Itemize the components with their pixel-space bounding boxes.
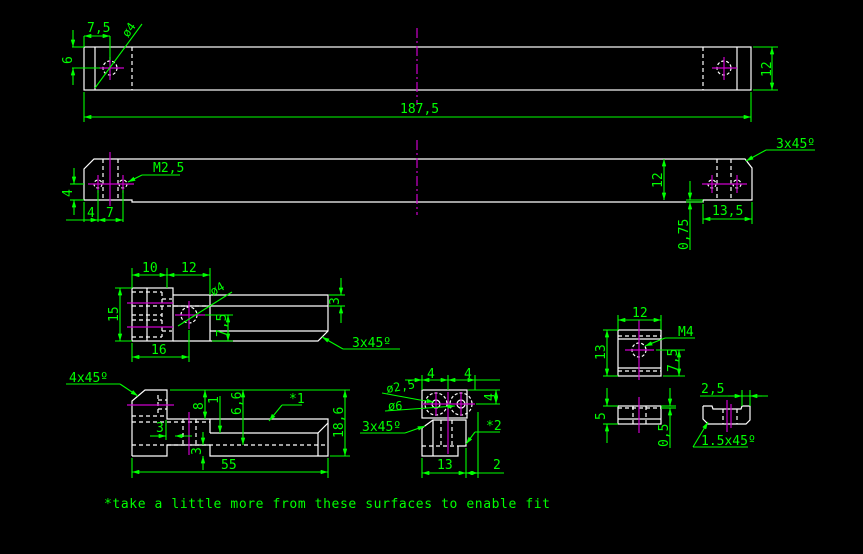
dim-height: 13 <box>594 344 609 360</box>
dim-thread: M4 <box>678 325 694 340</box>
cad-drawing: 7,5 ø4 6 12 187,5 M2,5 4 4 7 12 3x45º 0,… <box>61 20 815 512</box>
dim-pos-b: 7 <box>106 206 114 221</box>
dim-chamfer: 3x45º <box>776 137 815 152</box>
view-2-side-bar: M2,5 4 4 7 12 3x45º 0,75 13,5 <box>61 137 815 250</box>
view-8-nut-block-side: 2,5 1.5x45º <box>692 382 768 449</box>
fit-note: *take a little more from these surfaces … <box>104 497 551 512</box>
dim-slot: 2,5 <box>701 382 724 397</box>
dim-height: 12 <box>760 61 775 77</box>
dim-d1: 1 <box>207 396 222 404</box>
dim-end-length: 13,5 <box>712 204 743 219</box>
block-outline <box>131 287 174 342</box>
dim-pos-a: 4 <box>87 206 95 221</box>
dim-d8: 8 <box>192 402 207 410</box>
dim-width-a: 4 <box>427 367 435 382</box>
dim-edge-offset: 7,5 <box>87 21 110 36</box>
dim-hole-height: 6 <box>61 56 76 64</box>
dim-hole-height: 7,5 <box>215 314 230 337</box>
dim-top-offset: 3 <box>328 297 343 305</box>
dim-height-right: 12 <box>651 172 666 188</box>
dim-offset: 16 <box>151 343 167 358</box>
dim-height: 4 <box>483 393 498 401</box>
dim-height: 18,6 <box>332 407 347 438</box>
view-6-nut-block-top: 12 13 M4 7,5 <box>594 306 695 380</box>
dim-d6-6: 6,6 <box>230 392 245 415</box>
dim-height: 15 <box>107 306 122 322</box>
dim-length: 187,5 <box>400 102 439 117</box>
dim-thread: M2,5 <box>153 161 184 176</box>
dim-note-ref: *2 <box>486 419 502 434</box>
dim-chamfer: 1.5x45º <box>701 434 756 449</box>
dim-chamfer: 3x45º <box>362 420 401 435</box>
front-outline <box>421 419 467 457</box>
dim-width: 13 <box>437 458 453 473</box>
dim-gap: 2 <box>493 458 501 473</box>
dim-hole-dia: ø4 <box>119 20 139 40</box>
dim-chamfer: 3x45º <box>352 336 391 351</box>
dim-d3b: 3 <box>190 447 205 455</box>
dim-width-b: 12 <box>181 261 197 276</box>
view-5-small-block: 4 4 ø2,5 ø6 3x45º 4 *2 13 2 <box>360 367 504 478</box>
view-4-block-front: 4x45º 8 1 6,6 *1 18,6 3 3 55 <box>66 371 350 478</box>
dim-hole-small: ø2,5 <box>385 377 416 396</box>
view-1-top-bar: 7,5 ø4 6 12 187,5 <box>61 20 778 122</box>
dim-width: 12 <box>632 306 648 321</box>
dim-gap: 0,75 <box>677 219 692 250</box>
dim-hole-large: ø6 <box>388 399 402 413</box>
dim-note-ref: *1 <box>289 392 305 407</box>
dim-chamfer: 4x45º <box>69 371 108 386</box>
dim-height-left: 4 <box>61 189 76 197</box>
view-7-nut-block-front: 5 0,5 <box>594 388 676 448</box>
view-3-block-top: 10 12 15 16 ø4 3 7,5 3x45º <box>107 261 400 362</box>
dim-hole-height: 7,5 <box>666 349 681 372</box>
dim-height: 5 <box>594 412 609 420</box>
arm-outline <box>173 294 329 342</box>
dim-width-a: 10 <box>142 261 158 276</box>
dim-width-b: 4 <box>464 367 472 382</box>
dim-d3a: 3 <box>156 421 164 436</box>
dim-length: 55 <box>221 458 237 473</box>
dim-offset: 0,5 <box>657 424 672 447</box>
